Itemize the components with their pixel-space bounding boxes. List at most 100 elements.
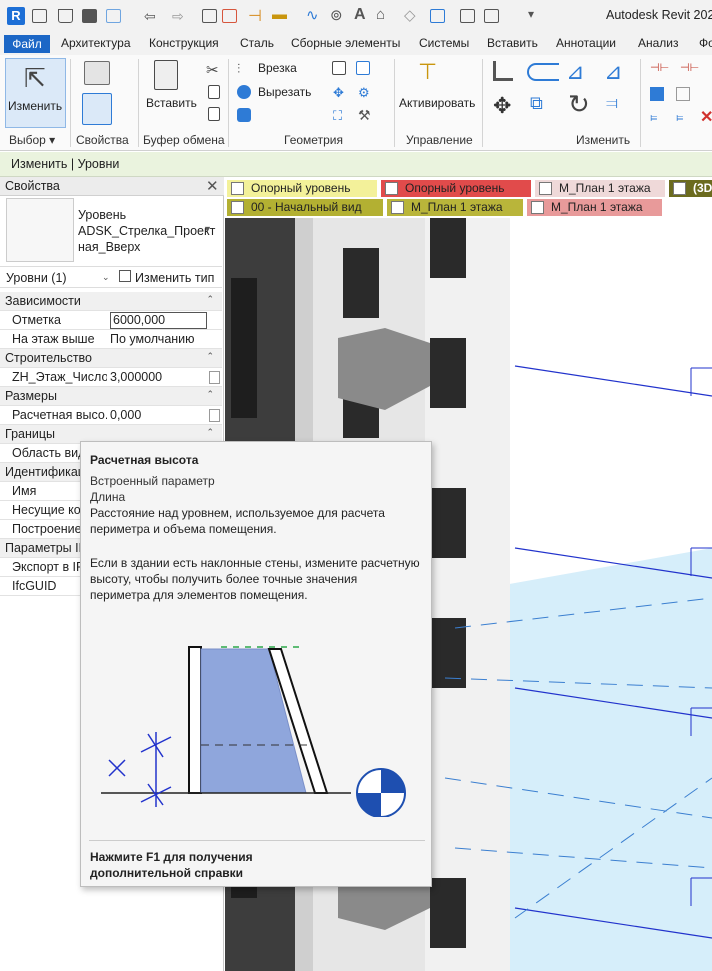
text-icon[interactable]: A	[354, 6, 366, 24]
type-properties-icon[interactable]	[84, 61, 110, 85]
tab-precast[interactable]: Сборные элементы	[291, 36, 400, 50]
associate-parameter-checkbox[interactable]	[209, 371, 220, 384]
thin-lines-icon[interactable]	[430, 9, 445, 23]
tab-file[interactable]: Файл	[4, 35, 50, 53]
tab-analyze[interactable]: Анализ	[638, 36, 679, 50]
view-tab-label: Опорный уровень	[251, 181, 351, 195]
cut-icon[interactable]: ✂	[206, 61, 219, 79]
3d-view-icon[interactable]: ⌂	[376, 6, 385, 23]
switch-windows-icon[interactable]	[484, 9, 499, 23]
export-icon[interactable]	[222, 9, 237, 23]
collapse-icon[interactable]: ⌃	[206, 389, 214, 400]
close-icon[interactable]: ✕	[206, 177, 219, 195]
mirror-axis-icon[interactable]: ⊿	[566, 59, 584, 85]
mirror-draw-icon[interactable]: ⊿	[604, 59, 622, 85]
view-tab[interactable]: Опорный уровень	[381, 180, 531, 197]
view-tab[interactable]: М_План 1 этажа	[527, 199, 662, 216]
split-icon[interactable]: ⊣⊢	[650, 61, 669, 74]
instance-selector[interactable]: Уровни (1)	[6, 271, 67, 285]
pin-icon[interactable]: ⫢	[650, 109, 657, 125]
trim-icon[interactable]: ⫤	[606, 95, 618, 113]
paste-button[interactable]	[150, 58, 188, 94]
wall-joins-icon[interactable]: ✥	[333, 85, 344, 101]
copy-element-icon[interactable]: ⧉	[530, 93, 543, 114]
property-category[interactable]: Размеры ⌃	[0, 387, 222, 406]
offset-icon[interactable]	[527, 63, 559, 81]
close-hidden-icon[interactable]	[460, 9, 475, 23]
tab-steel[interactable]: Сталь	[240, 36, 274, 50]
properties-icon[interactable]	[82, 93, 112, 125]
customize-qat-icon[interactable]: ▾	[528, 7, 534, 21]
align-icon[interactable]	[493, 61, 513, 81]
beam-joins-icon[interactable]: ⚙	[358, 85, 370, 101]
associate-parameter-checkbox[interactable]	[209, 409, 220, 422]
home-icon[interactable]	[32, 9, 47, 23]
join-geometry-icon[interactable]	[332, 61, 346, 75]
property-row[interactable]: На этаж выше По умолчанию	[0, 330, 222, 349]
sync-icon[interactable]	[106, 9, 121, 23]
open-icon[interactable]	[58, 9, 73, 23]
modify-button[interactable]: ⇱ Изменить	[5, 58, 66, 128]
measure-icon[interactable]: ⊣	[248, 6, 262, 26]
print-icon[interactable]	[202, 9, 217, 23]
revit-logo-icon[interactable]: R	[7, 7, 25, 25]
copy-icon[interactable]	[208, 85, 220, 99]
property-row[interactable]: Отметка 6000,000	[0, 311, 222, 330]
hammer-icon[interactable]: ⚒	[358, 107, 371, 124]
panel-label-modify: Изменить	[576, 133, 631, 147]
property-value[interactable]: По умолчанию	[110, 332, 195, 346]
property-value[interactable]: 6000,000	[110, 312, 207, 329]
activate-icon[interactable]: ⊤	[418, 59, 437, 85]
tab-systems[interactable]: Системы	[419, 36, 469, 50]
ribbon-panel: ⇱ Изменить Вставить ✂ ⫶ Врезка Вырезать …	[0, 55, 712, 151]
view-tab[interactable]: 00 - Начальный вид	[227, 199, 383, 216]
demolish-icon[interactable]: ⛶	[333, 108, 342, 124]
unpin-icon[interactable]: ⫢	[676, 109, 683, 125]
property-row[interactable]: ZH_Этаж_Число...3,000000	[0, 368, 222, 387]
join-icon[interactable]: ⫶	[237, 61, 240, 77]
cutout-icon[interactable]	[237, 85, 251, 99]
type-selector[interactable]: Уровень ADSK_Стрелка_Проект ная_Вверх	[78, 207, 215, 255]
save-icon[interactable]	[82, 9, 97, 23]
view-tab[interactable]: (3D	[669, 180, 712, 197]
chevron-down-icon[interactable]: ⌄	[102, 272, 110, 283]
tab-architecture[interactable]: Архитектура	[61, 36, 131, 50]
activate-label[interactable]: Активировать	[399, 96, 475, 110]
property-category[interactable]: Зависимости ⌃	[0, 292, 222, 311]
split-gap-icon[interactable]: ⊣⊢	[680, 61, 699, 74]
dimension-icon[interactable]: ▬	[272, 6, 287, 23]
redo-icon[interactable]: ⇨	[172, 8, 184, 25]
paint-icon[interactable]	[237, 108, 251, 122]
property-category[interactable]: Строительство ⌃	[0, 349, 222, 368]
view-tab[interactable]: Опорный уровень	[227, 180, 377, 197]
cutout-label[interactable]: Вырезать	[258, 85, 311, 99]
panel-label-select[interactable]: Выбор ▾	[9, 133, 55, 147]
move-icon[interactable]: ✥	[493, 93, 511, 119]
delete-icon[interactable]: ✕	[700, 107, 712, 127]
property-value[interactable]: 0,000	[110, 408, 141, 422]
edit-type-icon[interactable]	[119, 270, 131, 282]
collapse-icon[interactable]: ⌃	[206, 294, 214, 305]
undo-icon[interactable]: ⇦	[144, 8, 156, 25]
detail-line-icon[interactable]: ∿	[306, 6, 319, 24]
section-icon[interactable]: ◇	[404, 6, 416, 24]
edit-type-button[interactable]: Изменить тип	[135, 271, 214, 285]
rotate-icon[interactable]: ↻	[568, 89, 590, 120]
property-row[interactable]: Расчетная высо... 0,000	[0, 406, 222, 425]
tab-annotate[interactable]: Аннотации	[556, 36, 616, 50]
cut-geometry-label[interactable]: Врезка	[258, 61, 297, 75]
scale-icon[interactable]	[676, 87, 690, 101]
split-face-icon[interactable]	[356, 61, 370, 75]
array-icon[interactable]	[650, 87, 664, 101]
chevron-down-icon[interactable]: ▼	[203, 224, 212, 234]
property-value[interactable]: 3,000000	[110, 370, 162, 384]
tag-icon[interactable]: ⊚	[330, 6, 343, 24]
view-tab[interactable]: М_План 1 этажа	[535, 180, 665, 197]
tab-structure[interactable]: Конструкция	[149, 36, 219, 50]
tab-massing[interactable]: Фо	[699, 36, 712, 50]
match-icon[interactable]	[208, 107, 220, 121]
collapse-icon[interactable]: ⌃	[206, 351, 214, 362]
collapse-icon[interactable]: ⌃	[206, 427, 214, 438]
view-tab[interactable]: М_План 1 этажа	[387, 199, 523, 216]
tab-insert[interactable]: Вставить	[487, 36, 538, 50]
